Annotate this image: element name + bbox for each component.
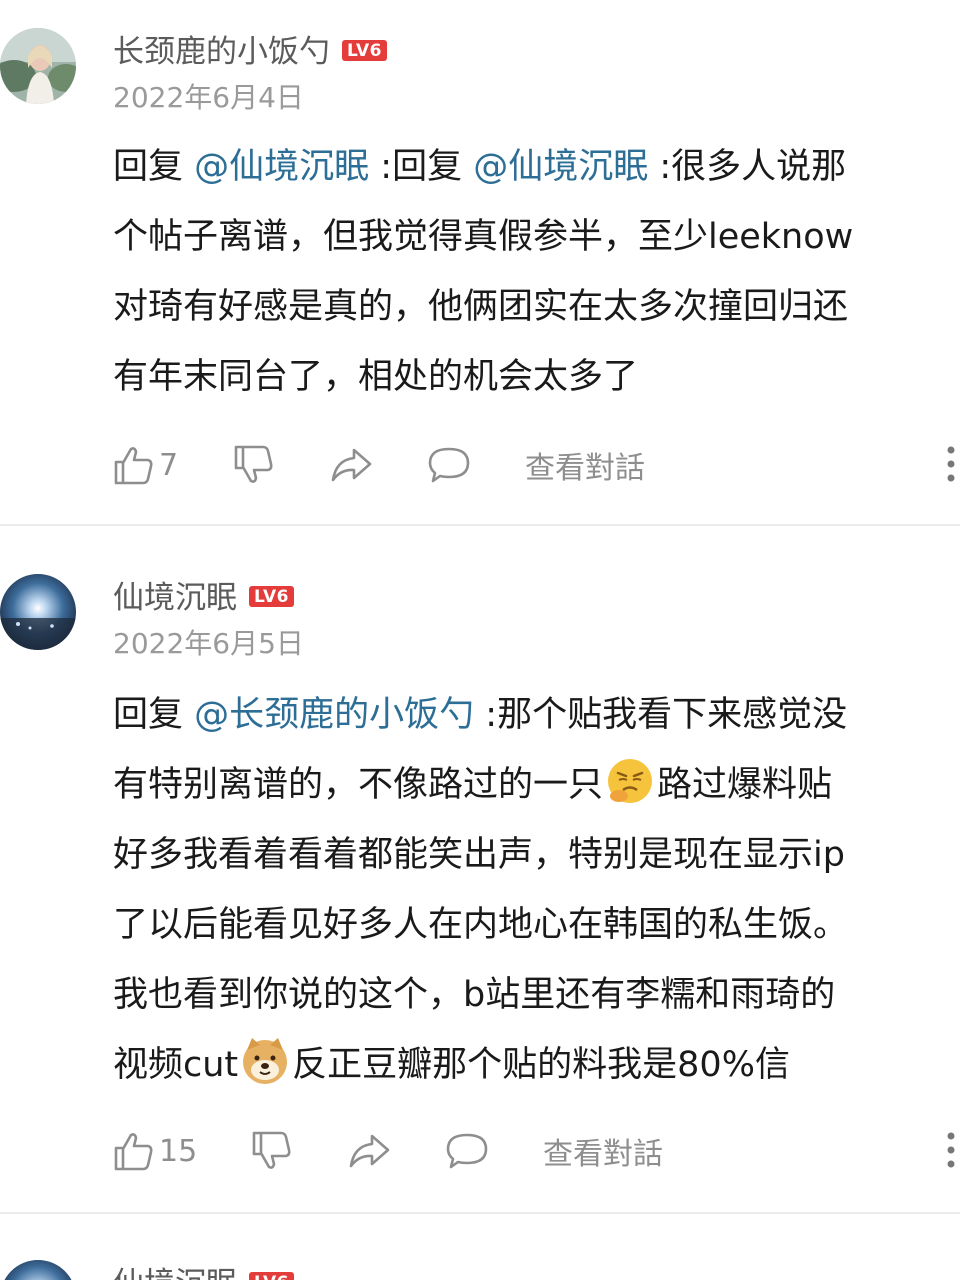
- comment-line: 我也看到你说的这个，b站里还有李糯和雨琦的: [113, 975, 836, 1015]
- like-button[interactable]: 7: [113, 440, 178, 490]
- reply-prefix: :回复: [369, 147, 474, 187]
- thumbs-up-icon: [114, 1133, 153, 1171]
- reply-button[interactable]: [427, 440, 471, 490]
- comment-actions: 15 查看對話: [113, 1126, 960, 1176]
- comment-line: 好多我看着看着都能笑出声，特别是现在显示ip: [113, 835, 845, 875]
- comment-actions: 7 查看對話: [113, 440, 960, 490]
- avatar[interactable]: [0, 574, 76, 650]
- avatar[interactable]: [0, 28, 76, 104]
- more-options-icon[interactable]: [946, 446, 956, 486]
- comment-item: 长颈鹿的小饭勺 LV6 2022年6月4日 回复 @仙境沉眠 :回复 @仙境沉眠 …: [0, 0, 960, 524]
- username-text[interactable]: 仙境沉眠: [113, 1266, 237, 1280]
- comment-date: 2022年6月5日: [113, 627, 304, 660]
- username-text[interactable]: 仙境沉眠: [113, 580, 237, 616]
- username[interactable]: 仙境沉眠 LV6: [113, 1258, 294, 1280]
- comment-text: 反正豆瓣那个贴的料我是80%信: [292, 1045, 790, 1085]
- dislike-button[interactable]: [233, 440, 275, 490]
- comment-line: 个帖子离谱，但我觉得真假参半，至少leeknow: [113, 217, 854, 257]
- mention-link[interactable]: @仙境沉眠: [473, 147, 648, 187]
- view-conversation-link[interactable]: 查看對話: [525, 440, 645, 490]
- username[interactable]: 长颈鹿的小饭勺 LV6: [113, 26, 387, 71]
- comment-line: 有年末同台了，相处的机会太多了: [113, 357, 639, 397]
- mention-link[interactable]: @长颈鹿的小饭勺: [194, 695, 474, 735]
- like-button[interactable]: 15: [113, 1126, 197, 1176]
- comment-line: 对琦有好感是真的，他俩团实在太多次撞回归还: [113, 287, 849, 327]
- like-count: 7: [159, 447, 179, 483]
- comment-line: 视频cut 反正豆瓣那个贴的料我是80%信: [113, 1030, 958, 1100]
- share-icon: [331, 448, 372, 482]
- speech-bubble-icon: [446, 1133, 488, 1169]
- doge-emoji: [240, 1036, 290, 1086]
- comment-text: 路过爆料贴: [657, 765, 833, 805]
- thinking-face-emoji: [605, 756, 655, 806]
- avatar[interactable]: [0, 1260, 76, 1280]
- comment-body: 回复 @长颈鹿的小饭勺 :那个贴我看下来感觉没 有特别离谱的，不像路过的一只 路…: [113, 680, 958, 1100]
- dislike-button[interactable]: [251, 1126, 293, 1176]
- reply-prefix: 回复: [113, 147, 195, 187]
- comment-line: 回复 @仙境沉眠 :回复 @仙境沉眠 :很多人说那: [113, 132, 958, 202]
- level-badge: LV6: [249, 1272, 294, 1280]
- share-button[interactable]: [347, 1126, 391, 1176]
- more-options-icon[interactable]: [946, 1132, 956, 1172]
- share-icon: [349, 1134, 390, 1168]
- like-count: 15: [159, 1133, 198, 1169]
- thumbs-down-icon: [234, 445, 273, 483]
- comment-line: 有特别离谱的，不像路过的一只 路过爆料贴: [113, 750, 958, 820]
- comment-text: 视频cut: [113, 1045, 239, 1085]
- view-conversation-link[interactable]: 查看對話: [543, 1126, 663, 1176]
- username[interactable]: 仙境沉眠 LV6: [113, 572, 294, 617]
- comment-text: :很多人说那: [648, 147, 847, 187]
- thumbs-up-icon: [114, 447, 153, 485]
- comment-line: 了以后能看见好多人在内地心在韩国的私生饭。: [113, 905, 849, 945]
- comment-date: 2022年6月4日: [113, 81, 304, 114]
- reply-prefix: 回复: [113, 695, 195, 735]
- level-badge: LV6: [249, 586, 294, 607]
- comment-line: 回复 @长颈鹿的小饭勺 :那个贴我看下来感觉没: [113, 680, 958, 750]
- thumbs-down-icon: [252, 1131, 291, 1169]
- comment-item: 仙境沉眠 LV6 2022年6月5日 回复 @长颈鹿的小饭勺 :那个贴我看下来感觉…: [0, 526, 960, 1212]
- mention-link[interactable]: @仙境沉眠: [194, 147, 369, 187]
- comment-item: 仙境沉眠 LV6: [0, 1214, 960, 1280]
- reply-button[interactable]: [445, 1126, 489, 1176]
- level-badge: LV6: [342, 40, 387, 61]
- comment-text: 有特别离谱的，不像路过的一只: [113, 765, 604, 805]
- share-button[interactable]: [329, 440, 373, 490]
- comment-body: 回复 @仙境沉眠 :回复 @仙境沉眠 :很多人说那 个帖子离谱，但我觉得真假参半…: [113, 132, 958, 412]
- comment-text: :那个贴我看下来感觉没: [474, 695, 848, 735]
- username-text[interactable]: 长颈鹿的小饭勺: [113, 34, 330, 70]
- speech-bubble-icon: [428, 447, 470, 483]
